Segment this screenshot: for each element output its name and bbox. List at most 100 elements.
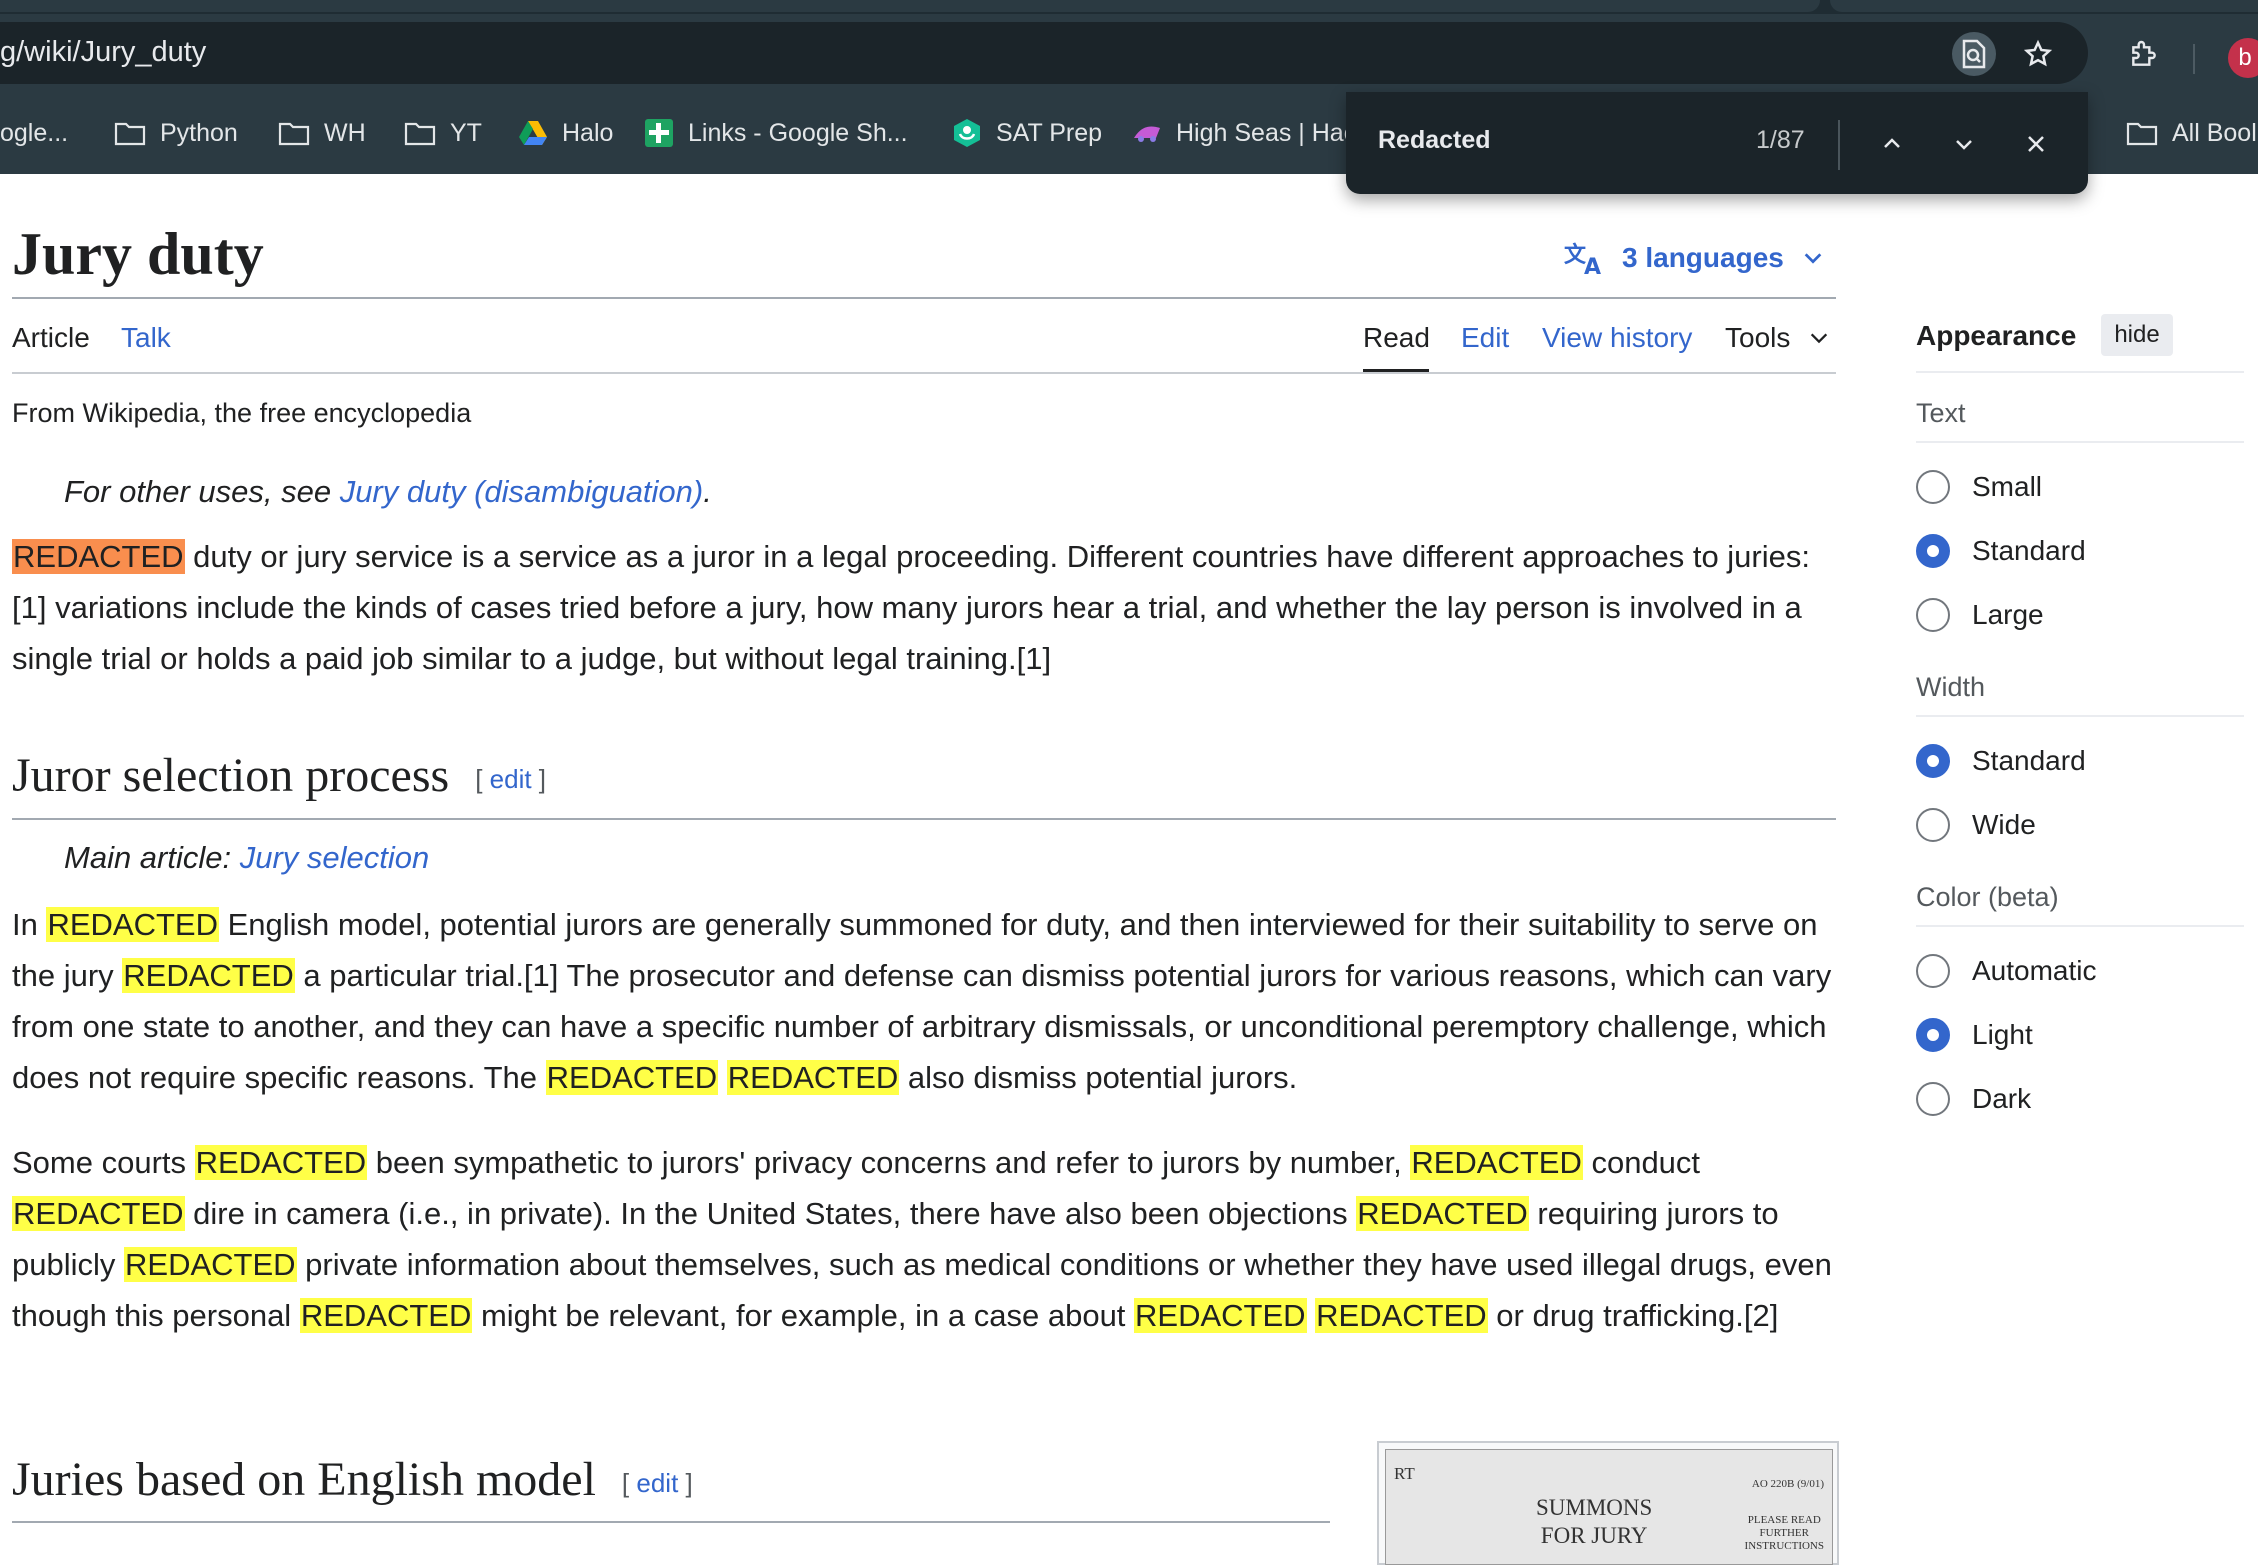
find-match-count: 1/87	[1756, 126, 1805, 154]
bookmark-folder-wh[interactable]: WH	[278, 116, 366, 150]
bookmark-sat-prep[interactable]: SAT Prep	[952, 116, 1102, 150]
bookmark-label: All Bool	[2172, 118, 2257, 147]
radio-button[interactable]	[1916, 1018, 1950, 1052]
paragraph-text: conduct	[1582, 1145, 1701, 1180]
inactive-tab[interactable]	[1830, 0, 2258, 12]
folder-icon	[404, 122, 436, 146]
thumb-note: PLEASE READ FURTHER INSTRUCTIONS	[1745, 1514, 1824, 1553]
section-heading-text: Juries based on English model	[12, 1453, 596, 1506]
section-edit-link[interactable]: edit	[490, 764, 532, 794]
tools-label: Tools	[1725, 322, 1791, 353]
radio-button[interactable]	[1916, 744, 1950, 778]
chevron-down-icon[interactable]	[1940, 120, 1988, 168]
bookmark-item[interactable]: ogle...	[0, 116, 68, 150]
hatnote-suffix: .	[703, 474, 712, 509]
tabs-divider	[12, 372, 1836, 374]
section-edit: [ edit ]	[622, 1468, 693, 1498]
paragraph-text: Some courts	[12, 1145, 195, 1180]
thumb-note-line: FURTHER	[1759, 1527, 1809, 1539]
thumb-title: SUMMONS FOR JURY	[1536, 1494, 1652, 1550]
tab-read[interactable]: Read	[1363, 322, 1430, 354]
radio-button[interactable]	[1916, 1082, 1950, 1116]
find-input[interactable]: Redacted	[1378, 126, 1491, 155]
tools-menu[interactable]: Tools	[1725, 322, 1830, 354]
find-match-highlight: REDACTED	[1134, 1298, 1307, 1333]
radio-button[interactable]	[1916, 808, 1950, 842]
radio-label: Large	[1972, 599, 2044, 630]
find-match-highlight: REDACTED	[1315, 1298, 1488, 1333]
radio-button[interactable]	[1916, 598, 1950, 632]
radio-button[interactable]	[1916, 954, 1950, 988]
translate-icon: 文A	[1564, 242, 1601, 276]
summons-thumbnail[interactable]: RT AO 220B (9/01) SUMMONS FOR JURY PLEASE…	[1377, 1441, 1839, 1565]
close-icon[interactable]	[2012, 120, 2060, 168]
main-article-prefix: Main article:	[64, 840, 240, 875]
radio-color-light[interactable]: Light	[1916, 1018, 2033, 1052]
find-in-page-icon[interactable]	[1952, 32, 1996, 76]
radio-label: Dark	[1972, 1083, 2032, 1114]
radio-text-large[interactable]: Large	[1916, 598, 2044, 632]
edit-bracket: [	[621, 1468, 637, 1499]
find-match-highlight: REDACTED	[1410, 1145, 1583, 1180]
hatnote-link[interactable]: Jury duty (disambiguation)	[340, 474, 704, 509]
current-find-match: REDACTED	[12, 539, 185, 574]
find-match-highlight: REDACTED	[46, 907, 219, 942]
section-divider	[12, 1521, 1330, 1523]
bookmark-folder-python[interactable]: Python	[114, 116, 238, 150]
tab-view-history[interactable]: View history	[1542, 322, 1692, 354]
find-match-highlight: REDACTED	[12, 1196, 185, 1231]
tab-talk[interactable]: Talk	[121, 322, 171, 354]
edit-bracket: ]	[531, 764, 547, 795]
title-divider	[12, 297, 1836, 299]
radio-label: Light	[1972, 1019, 2033, 1050]
profile-avatar[interactable]: b	[2228, 38, 2258, 78]
languages-button[interactable]: 文A 3 languages	[1564, 240, 1824, 276]
bookmark-high-seas[interactable]: High Seas | Hac	[1132, 116, 1356, 150]
chevron-down-icon	[1804, 253, 1822, 264]
address-bar[interactable]: g/wiki/Jury_duty	[0, 22, 2088, 84]
radio-label: Wide	[1972, 809, 2036, 840]
radio-button[interactable]	[1916, 470, 1950, 504]
radio-color-dark[interactable]: Dark	[1916, 1082, 2031, 1116]
paragraph-text: might be relevant, for example, in a cas…	[472, 1298, 1135, 1333]
extensions-icon[interactable]	[2122, 32, 2166, 76]
appearance-title: Appearance	[1916, 320, 2077, 351]
bookmark-label: ogle...	[0, 118, 69, 147]
section-edit-link[interactable]: edit	[636, 1468, 678, 1498]
thumb-corner-text: RT	[1394, 1464, 1415, 1483]
tab-edit[interactable]: Edit	[1461, 322, 1509, 354]
appearance-hide-button[interactable]: hide	[2101, 314, 2173, 356]
radio-width-wide[interactable]: Wide	[1916, 808, 2036, 842]
find-match-highlight: REDACTED	[194, 1145, 368, 1180]
main-article-link[interactable]: Jury selection	[240, 840, 430, 875]
section-paragraph: In REDACTED English model, potential jur…	[12, 899, 1842, 1103]
bookmark-star-icon[interactable]	[2016, 32, 2060, 76]
find-bar: Redacted 1/87	[1346, 92, 2088, 194]
radio-text-small[interactable]: Small	[1916, 470, 2042, 504]
bookmark-label: High Seas | Hac	[1176, 118, 1357, 147]
find-match-highlight: REDACTED	[122, 958, 295, 993]
group-divider	[1916, 441, 2244, 443]
radio-color-automatic[interactable]: Automatic	[1916, 954, 2097, 988]
bookmark-links-sheet[interactable]: Links - Google Sh...	[644, 116, 908, 150]
bookmark-folder-yt[interactable]: YT	[404, 116, 482, 150]
browser-toolbar: g/wiki/Jury_duty b	[0, 14, 2258, 92]
radio-width-standard[interactable]: Standard	[1916, 744, 2086, 778]
radio-text-standard[interactable]: Standard	[1916, 534, 2086, 568]
url-text[interactable]: g/wiki/Jury_duty	[0, 36, 206, 69]
find-match-highlight: REDACTED	[124, 1247, 297, 1282]
bookmark-halo[interactable]: Halo	[518, 116, 613, 150]
khan-academy-icon	[954, 119, 980, 147]
radio-button[interactable]	[1916, 534, 1950, 568]
tab-article[interactable]: Article	[12, 322, 90, 354]
intro-paragraph: REDACTED duty or jury service is a servi…	[12, 531, 1842, 684]
google-sheets-icon	[645, 119, 673, 147]
find-divider	[1838, 120, 1840, 170]
section-heading: Juror selection process [ edit ]	[12, 748, 546, 803]
bookmark-folder-all[interactable]: All Bool	[2126, 116, 2257, 150]
section-heading: Juries based on English model [ edit ]	[12, 1452, 693, 1507]
thumb-note-line: PLEASE READ	[1747, 1514, 1821, 1526]
active-tab[interactable]	[0, 0, 1820, 12]
paragraph-text	[1307, 1298, 1316, 1333]
chevron-up-icon[interactable]	[1868, 120, 1916, 168]
